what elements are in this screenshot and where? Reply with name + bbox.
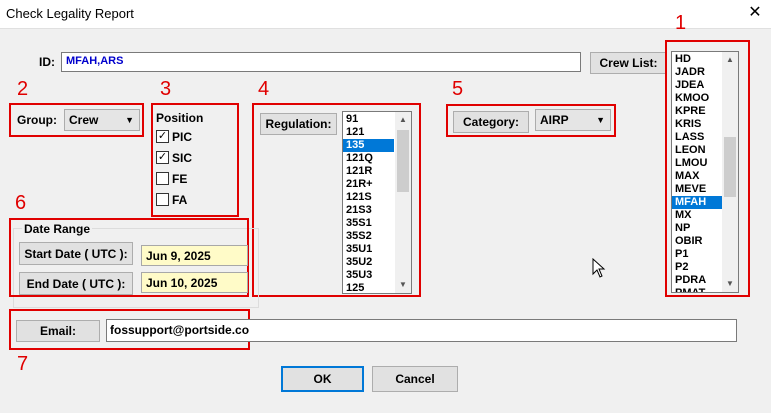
position-label: FE [172,171,188,186]
position-title: Position [156,111,204,125]
regulation-list-item[interactable]: 125 [343,282,394,293]
checkbox-empty-icon[interactable] [156,193,169,206]
annotation-5: 5 [452,78,464,100]
annotation-4: 4 [258,78,270,100]
checkbox-empty-icon[interactable] [156,172,169,185]
regulation-list-item[interactable]: 35U3 [343,269,394,282]
mouse-cursor-icon [592,258,606,278]
email-button[interactable]: Email: [16,320,100,342]
start-date-button[interactable]: Start Date ( UTC ): [19,242,133,265]
position-label: PIC [172,129,193,144]
annotation-2: 2 [17,78,29,100]
end-date-button[interactable]: End Date ( UTC ): [19,272,133,295]
regulation-scrollbar[interactable]: ▲ ▼ [395,112,411,293]
regulation-list-item[interactable]: 21S3 [343,204,394,217]
regulation-listbox[interactable]: 91 121 135 121Q 121R 21R+ 121S 21S3 35S1 35S2 35U1… [342,111,412,294]
annotation-3: 3 [160,78,172,100]
annotation-7: 7 [17,353,29,375]
category-button[interactable]: Category: [453,111,529,133]
cancel-button[interactable]: Cancel [372,366,458,392]
end-date-field[interactable]: Jun 10, 2025 [141,272,248,293]
regulation-list-item[interactable]: 35S1 [343,217,394,230]
regulation-list-item[interactable]: 35S2 [343,230,394,243]
id-input[interactable]: MFAH,ARS [61,52,581,72]
scroll-up-icon[interactable]: ▲ [722,52,738,68]
regulation-list-item[interactable]: 121 [343,126,394,139]
regulation-list-item[interactable]: 91 [343,113,394,126]
chevron-down-icon: ▼ [596,115,605,125]
crew-list-button[interactable]: Crew List: [590,52,667,74]
id-label: ID: [39,55,55,69]
position-checkbox-fa[interactable]: FA [156,189,192,210]
regulation-list-item[interactable]: 121R [343,165,394,178]
scroll-down-icon[interactable]: ▼ [722,276,738,292]
group-value: Crew [69,113,99,127]
annotation-1: 1 [675,12,687,34]
position-checkbox-sic[interactable]: ✓ SIC [156,147,192,168]
position-checkbox-fe[interactable]: FE [156,168,192,189]
scroll-thumb[interactable] [724,137,736,197]
regulation-list-item[interactable]: 21R+ [343,178,394,191]
regulation-list-item[interactable]: 35U1 [343,243,394,256]
chevron-down-icon: ▼ [125,115,134,125]
annotation-6: 6 [15,192,27,214]
window-title: Check Legality Report [6,6,134,21]
email-input[interactable]: fossupport@portside.co [106,319,737,342]
group-label: Group: [17,113,57,127]
start-date-field[interactable]: Jun 9, 2025 [141,245,248,266]
crew-list-scrollbar[interactable]: ▲ ▼ [722,52,738,292]
regulation-list-item[interactable]: 35U2 [343,256,394,269]
close-icon[interactable]: ✕ [744,3,766,23]
regulation-list-item[interactable]: 121Q [343,152,394,165]
regulation-list-item[interactable]: 121S [343,191,394,204]
scroll-thumb[interactable] [397,130,409,192]
position-checkbox-pic[interactable]: ✓ PIC [156,126,192,147]
scroll-up-icon[interactable]: ▲ [395,112,411,128]
group-dropdown[interactable]: Crew ▼ [64,109,140,131]
date-range-title: Date Range [22,222,93,236]
regulation-list-item[interactable]: 135 [343,139,394,152]
regulation-button[interactable]: Regulation: [260,113,337,135]
scroll-down-icon[interactable]: ▼ [395,277,411,293]
category-dropdown[interactable]: AIRP ▼ [535,109,611,131]
position-label: FA [172,192,188,207]
position-label: SIC [172,150,193,165]
checkmark-icon[interactable]: ✓ [156,151,169,164]
category-value: AIRP [540,113,569,127]
position-checkboxes: ✓ PIC ✓ SIC FE FA [156,126,192,210]
checkmark-icon[interactable]: ✓ [156,130,169,143]
ok-button[interactable]: OK [281,366,364,392]
crew-listbox[interactable]: HD JADR JDEA KMOO KPRE KRIS LASS LEON LMOU MAX MEV… [671,51,739,293]
